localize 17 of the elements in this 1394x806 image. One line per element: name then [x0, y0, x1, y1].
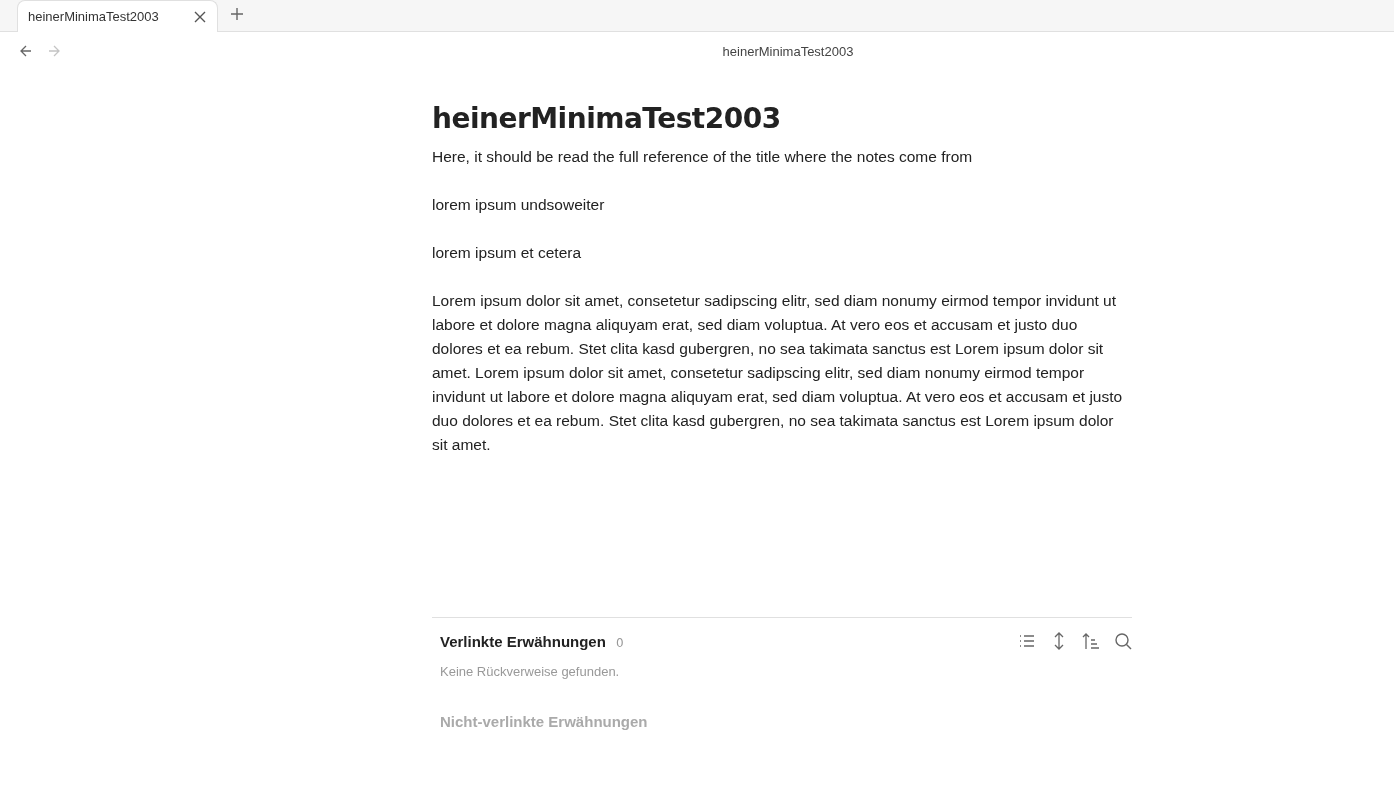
- note-paragraph: lorem ipsum undsoweiter: [432, 195, 606, 215]
- note-paragraph: lorem ipsum et cetera: [432, 243, 583, 263]
- search-icon[interactable]: [1114, 632, 1132, 650]
- sort-icon[interactable]: [1082, 632, 1100, 650]
- linked-mentions-heading[interactable]: Verlinkte Erwähnungen: [440, 632, 606, 650]
- note-paragraph: Lorem ipsum dolor sit amet, consetetur sadipscing elitr, sed diam nonumy eirmod tempor invidunt ut labore et dolore magna aliquyam erat, sed diam voluptua. At vero eos et accusam et justo duo dolores et ea rebum. Stet clita kasd gubergren, no sea takimata sanctus est Lorem ipsum dolor sit amet. Lorem ipsum dolor sit amet, consetetur sadipscing elitr, sed diam nonumy eirmod tempor invidunt ut labore et dolore magna aliquyam erat, sed diam voluptua. At vero eos et accusam et justo duo dolores et ea rebum. Stet clita kasd gubergren, no sea takimata sanctus est Lorem ipsum dolor sit amet.: [432, 291, 1124, 455]
- view-header-title: heinerMinimaTest2003: [722, 43, 854, 59]
- close-icon[interactable]: [193, 9, 207, 24]
- empty-message: Keine Rückverweise gefunden.: [440, 664, 621, 679]
- list-icon[interactable]: [1018, 632, 1036, 650]
- note-paragraph: Here, it should be read the full reference of the title where the notes come from: [432, 147, 974, 167]
- plus-icon[interactable]: [230, 7, 244, 21]
- tab[interactable]: heinerMinimaTest2003: [17, 0, 218, 32]
- note-title: heinerMinimaTest2003: [432, 102, 782, 135]
- tab-title: heinerMinimaTest2003: [28, 9, 159, 24]
- back-arrow-icon[interactable]: [19, 44, 33, 58]
- mention-count: 0: [615, 635, 624, 650]
